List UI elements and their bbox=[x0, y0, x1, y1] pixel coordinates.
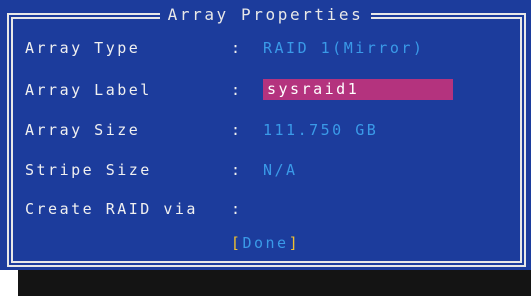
array-label-colon: : bbox=[231, 81, 243, 99]
array-size-label: Array Size bbox=[25, 121, 141, 139]
array-properties-dialog: Array Properties Array Type : RAID 1(Mir… bbox=[0, 0, 531, 270]
dialog-title-bar: Array Properties bbox=[0, 3, 531, 27]
dialog-title: Array Properties bbox=[159, 3, 372, 27]
array-label-label: Array Label bbox=[25, 81, 152, 99]
array-label-input[interactable]: sysraid1 bbox=[263, 79, 453, 100]
stripe-size-colon: : bbox=[231, 161, 243, 179]
array-type-colon: : bbox=[231, 39, 243, 57]
dialog-shadow bbox=[18, 270, 531, 296]
array-type-label: Array Type bbox=[25, 39, 141, 57]
done-button[interactable]: [Done] bbox=[0, 231, 531, 255]
stripe-size-value[interactable]: N/A bbox=[263, 158, 298, 182]
create-raid-via-label: Create RAID via bbox=[25, 200, 198, 218]
stripe-size-label: Stripe Size bbox=[25, 161, 152, 179]
done-bracket-open: [ bbox=[230, 234, 243, 252]
array-size-colon: : bbox=[231, 121, 243, 139]
array-size-value[interactable]: 111.750 GB bbox=[263, 118, 378, 142]
done-button-label: Done bbox=[242, 234, 289, 252]
done-bracket-close: ] bbox=[288, 234, 301, 252]
create-raid-via-colon: : bbox=[231, 200, 243, 218]
array-type-value[interactable]: RAID 1(Mirror) bbox=[263, 36, 424, 60]
